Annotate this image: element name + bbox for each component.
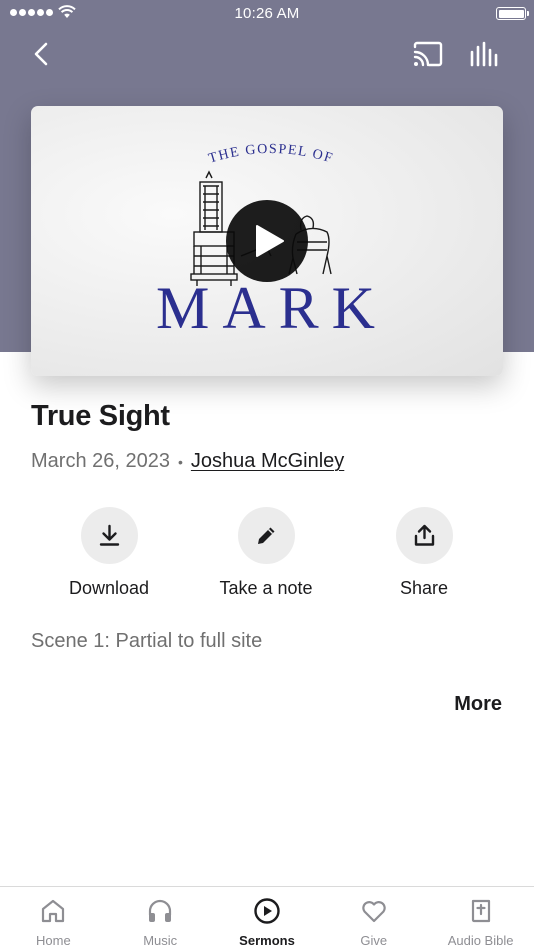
- tab-music[interactable]: Music: [107, 887, 214, 950]
- download-circle: [80, 507, 138, 564]
- tab-audio-bible[interactable]: Audio Bible: [427, 887, 534, 950]
- take-note-circle: [237, 507, 295, 564]
- back-button[interactable]: [26, 38, 58, 70]
- heart-icon: [362, 901, 386, 923]
- cast-icon: [413, 41, 443, 67]
- status-bar: 10:26 AM: [0, 0, 534, 28]
- take-note-label: Take a note: [219, 578, 313, 598]
- artwork-title: MARK: [155, 275, 389, 341]
- download-button[interactable]: Download: [39, 507, 179, 599]
- pencil-icon: [257, 527, 274, 544]
- tab-home-label: Home: [36, 933, 71, 948]
- speaker-link[interactable]: Joshua McGinley: [191, 450, 344, 473]
- bible-icon: [471, 899, 490, 923]
- chevron-left-icon: [34, 42, 48, 66]
- status-time: 10:26 AM: [234, 5, 300, 22]
- bar-chart-icon: [470, 41, 498, 67]
- sermon-title: True Sight: [31, 400, 170, 432]
- svg-text:THE GOSPEL OF: THE GOSPEL OF: [207, 142, 335, 167]
- share-icon: [414, 524, 434, 546]
- share-button[interactable]: Share: [354, 507, 494, 599]
- audio-levels-button[interactable]: [466, 38, 504, 70]
- share-circle: [395, 507, 453, 564]
- tab-audio-bible-label: Audio Bible: [447, 933, 514, 948]
- cast-button[interactable]: [410, 38, 446, 70]
- battery-icon: [496, 7, 529, 20]
- more-button[interactable]: More: [454, 693, 502, 716]
- download-icon: [99, 524, 119, 546]
- tab-music-label: Music: [143, 933, 178, 948]
- sermon-description: Scene 1: Partial to full site: [31, 630, 263, 652]
- sermon-meta: March 26, 2023 • Joshua McGinley: [31, 450, 344, 473]
- tab-home[interactable]: Home: [0, 887, 107, 950]
- tab-bar: Home Music Sermons Give Audio Bible: [0, 886, 534, 950]
- meta-separator: •: [177, 453, 183, 470]
- play-circle-icon: [254, 898, 280, 924]
- play-icon: [256, 225, 284, 257]
- headphones-icon: [149, 899, 172, 922]
- sermon-date: March 26, 2023: [31, 450, 170, 472]
- tab-give[interactable]: Give: [320, 887, 427, 950]
- download-label: Download: [68, 578, 150, 598]
- tab-sermons-label: Sermons: [239, 933, 295, 948]
- take-note-button[interactable]: Take a note: [196, 507, 336, 599]
- share-label: Share: [399, 578, 449, 598]
- tab-sermons[interactable]: Sermons: [214, 887, 321, 950]
- artwork-subtitle: THE GOSPEL OF: [207, 142, 334, 167]
- tab-give-label: Give: [360, 933, 388, 948]
- play-button[interactable]: [226, 200, 308, 282]
- artwork-subtitle-arc: THE GOSPEL OF: [207, 142, 335, 167]
- home-icon: [42, 899, 65, 923]
